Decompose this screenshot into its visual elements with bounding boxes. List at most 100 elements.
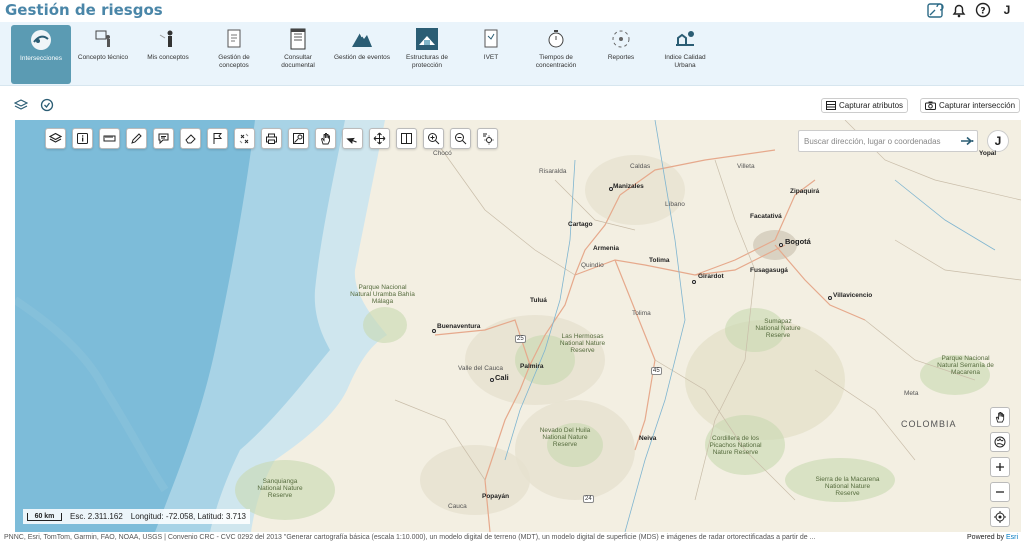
move-tool[interactable] <box>369 128 390 149</box>
zoom-out-icon <box>455 133 467 145</box>
annotate-tool[interactable] <box>153 128 174 149</box>
map-label: Cartago <box>568 221 593 228</box>
nav-label: Gestión de conceptos <box>218 54 250 69</box>
capture-intersection-button[interactable]: Capturar intersección <box>920 98 1021 113</box>
ruler-icon <box>103 135 116 142</box>
map-label: Quindío <box>581 262 604 269</box>
zoom-in-tool[interactable] <box>423 128 444 149</box>
structures-icon <box>416 28 438 50</box>
map-label: Cordillera de los Picachos National Natu… <box>709 435 762 456</box>
app-header: Gestión de riesgos ? J <box>0 0 1024 22</box>
nav-label: Estructuras de protección <box>406 54 448 69</box>
map-label: Tuluá <box>530 297 547 304</box>
plus-icon <box>996 463 1004 471</box>
scale-bar: 60 km <box>27 512 62 521</box>
search-submit-icon[interactable] <box>957 136 977 146</box>
concept-management-icon <box>227 29 241 48</box>
layers-stack-icon[interactable] <box>14 98 28 112</box>
nav-item-concepto-tecnico[interactable]: Concepto técnico <box>73 24 133 82</box>
map-label: Parque Nacional Natural Uramba Bahía Mál… <box>350 284 415 305</box>
search-placeholder: Buscar dirección, lugar o coordenadas <box>804 136 941 146</box>
printer-icon <box>266 133 277 144</box>
crosshair-icon <box>994 511 1006 523</box>
nav-item-calidad-urbana[interactable]: Indice Calidad Urbana <box>655 24 715 82</box>
zoom-out-button[interactable] <box>990 482 1010 502</box>
coordinates-text: Longitud: -72.058, Latitud: 3.713 <box>130 512 246 521</box>
my-concepts-icon <box>159 30 173 47</box>
nav-item-gestion-eventos[interactable]: Gestión de eventos <box>332 24 392 82</box>
module-nav: Intersecciones Concepto técnico Mis conc… <box>0 22 1024 86</box>
bell-icon[interactable] <box>950 1 968 19</box>
map-label: Risaralda <box>539 168 567 175</box>
user-avatar[interactable]: J <box>998 1 1016 19</box>
layers-tool[interactable] <box>45 128 66 149</box>
nav-item-mis-conceptos[interactable]: Mis conceptos <box>138 24 198 82</box>
map-label: Armenia <box>593 245 620 252</box>
draw-tool[interactable] <box>126 128 147 149</box>
zoom-in-icon <box>428 133 440 145</box>
city-marker <box>490 378 494 382</box>
urban-quality-icon <box>676 31 694 46</box>
flag-icon <box>213 133 223 144</box>
map-label: Valle del Cauca <box>458 365 504 372</box>
document-search-icon <box>290 28 306 50</box>
map-label: Yopal <box>979 150 997 157</box>
zoom-in-button[interactable] <box>990 457 1010 477</box>
svg-text:?: ? <box>980 7 985 17</box>
nav-label: Intersecciones <box>20 55 62 62</box>
select-tool[interactable] <box>342 128 363 149</box>
nav-item-tiempos[interactable]: Tiempos de concentración <box>526 24 586 82</box>
split-view-icon <box>401 133 412 144</box>
map-toolbar <box>45 128 498 149</box>
header-actions: ? J <box>926 1 1016 19</box>
city-marker <box>609 187 613 191</box>
nav-item-ivet[interactable]: IVET <box>461 24 521 82</box>
attribution-text: PNNC, Esri, TomTom, Garmin, FAO, NOAA, U… <box>4 534 816 541</box>
map-label: Villeta <box>737 163 755 170</box>
nav-item-consultar-documental[interactable]: Consultar documental <box>268 24 328 82</box>
map-label: Manizales <box>613 183 644 190</box>
coordinate-tool[interactable] <box>234 128 255 149</box>
city-marker <box>828 296 832 300</box>
technical-concept-icon <box>95 30 110 47</box>
hand-icon <box>995 411 1005 423</box>
measure-tool[interactable] <box>99 128 120 149</box>
check-circle-icon[interactable] <box>40 98 54 112</box>
locate-tool[interactable] <box>288 128 309 149</box>
map-label: Meta <box>904 390 919 397</box>
capture-attributes-button[interactable]: Capturar atributos <box>821 98 909 113</box>
map-view[interactable]: Buscar dirección, lugar o coordenadas J … <box>15 120 1021 532</box>
esri-link[interactable]: Esri <box>1006 534 1018 541</box>
search-input[interactable]: Buscar dirección, lugar o coordenadas <box>798 130 978 152</box>
info-tool[interactable] <box>72 128 93 149</box>
powered-by-label: Powered by <box>967 534 1004 541</box>
print-tool[interactable] <box>261 128 282 149</box>
info-icon <box>77 133 88 144</box>
route-shield: 25 <box>515 335 526 343</box>
locate-me-button[interactable] <box>990 507 1010 527</box>
map-user-avatar[interactable]: J <box>987 130 1009 152</box>
city-marker <box>779 243 783 247</box>
help-icon[interactable]: ? <box>974 1 992 19</box>
map-label: Buenaventura <box>437 323 481 330</box>
route-shield: 24 <box>583 495 594 503</box>
map-label: Tolima <box>632 310 651 317</box>
nav-item-intersecciones[interactable]: Intersecciones <box>11 25 71 84</box>
map-attribution: PNNC, Esri, TomTom, Garmin, FAO, NOAA, U… <box>0 532 1024 543</box>
zoom-out-tool[interactable] <box>450 128 471 149</box>
map-label: Caldas <box>630 163 651 170</box>
nav-item-reportes[interactable]: Reportes <box>591 24 651 82</box>
map-side-controls <box>990 407 1010 527</box>
basemap-button[interactable] <box>990 432 1010 452</box>
map-label: Parque Nacional Natural Serranía de Maca… <box>937 355 994 376</box>
nav-label: Consultar documental <box>281 54 315 69</box>
pan-tool[interactable] <box>315 128 336 149</box>
nav-item-estructuras[interactable]: Estructuras de protección <box>397 24 457 82</box>
settings-tool[interactable] <box>477 128 498 149</box>
map-pin-icon[interactable] <box>926 1 944 19</box>
split-tool[interactable] <box>396 128 417 149</box>
pan-button[interactable] <box>990 407 1010 427</box>
nav-item-gestion-conceptos[interactable]: Gestión de conceptos <box>204 24 264 82</box>
flag-tool[interactable] <box>207 128 228 149</box>
erase-tool[interactable] <box>180 128 201 149</box>
